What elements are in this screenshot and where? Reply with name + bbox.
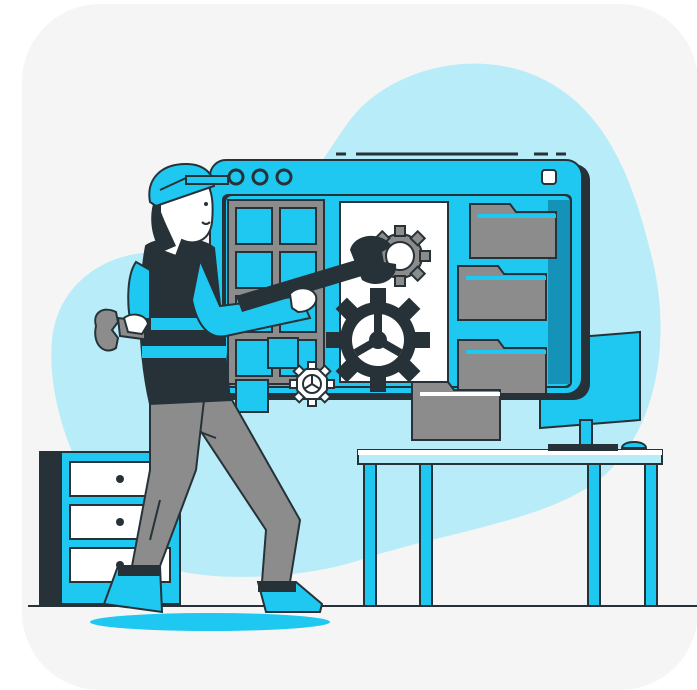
folder-icon [457,265,547,321]
hand [122,313,150,336]
mouse-icon [620,441,648,449]
floor-shadow [90,613,330,631]
folder-icon [457,339,547,395]
window-dot [227,168,245,186]
maintenance-illustration [22,4,697,690]
gear-icon [289,361,335,407]
floating-tile [267,337,299,369]
folder-icon [411,381,501,441]
floating-tile [235,379,269,413]
gear-icon [326,288,430,392]
window-button [541,169,557,185]
illustration-card [0,0,697,690]
window-dot [251,168,269,186]
folder-icon [469,203,557,259]
window-dot [275,168,293,186]
